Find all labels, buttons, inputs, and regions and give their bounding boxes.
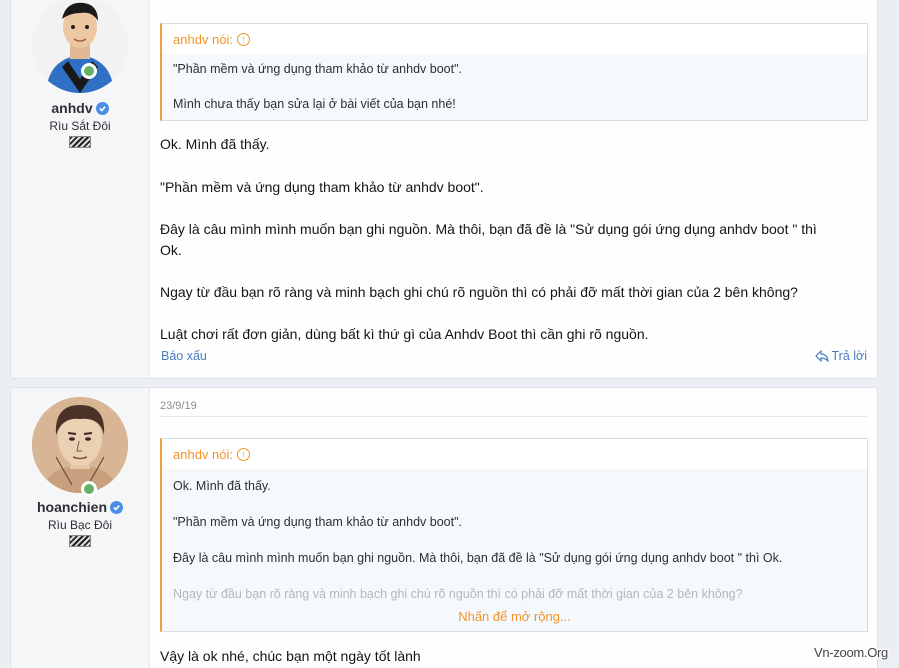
message-line: Ok.	[160, 242, 182, 258]
avatar-photo-icon	[32, 0, 128, 93]
quote-line: "Phần mềm và ứng dụng tham khảo từ anhdv…	[173, 62, 462, 76]
message-line: Đây là câu mình mình muốn bạn ghi nguồn.…	[160, 221, 817, 237]
quote-line-faded: Ngay từ đầu bạn rõ ràng và minh bạch ghi…	[173, 587, 743, 601]
quote-line: "Phần mềm và ứng dụng tham khảo từ anhdv…	[173, 515, 462, 529]
quote-block: anhdv nói: ↑ "Phần mềm và ứng dụng tham …	[160, 23, 868, 121]
quote-line: Mình chưa thấy bạn sửa lại ở bài viết củ…	[173, 97, 456, 111]
post-anhdv: anhdv Rìu Sắt Đôi anhdv nói: ↑ "Phần mềm…	[10, 0, 878, 379]
quote-line: Ok. Mình đã thấy.	[173, 479, 271, 493]
verified-check-icon	[95, 101, 109, 115]
user-cell: hoanchien Rìu Bạc Đôi	[11, 388, 150, 668]
jump-to-quote-icon[interactable]: ↑	[237, 32, 250, 46]
watermark: Vn-zoom.Org	[813, 645, 888, 660]
post-content: 23/9/19 anhdv nói: ↑ Ok. Mình đã thấy. "…	[150, 388, 877, 668]
online-status-icon	[81, 63, 97, 79]
username-text[interactable]: anhdv	[51, 100, 92, 116]
message-line: Luật chơi rất đơn giản, dùng bất kì thứ …	[160, 326, 649, 342]
message-line: "Phần mềm và ứng dụng tham khảo từ anhdv…	[160, 179, 484, 195]
expand-quote-button[interactable]: Nhấn để mở rộng...	[162, 609, 867, 624]
avatar[interactable]	[32, 0, 128, 93]
message-line: Ok. Mình đã thấy.	[160, 136, 270, 152]
quote-author[interactable]: anhdv nói:	[173, 447, 233, 462]
quote-header[interactable]: anhdv nói: ↑	[162, 439, 867, 469]
user-title: Rìu Bạc Đôi	[47, 518, 113, 532]
quote-block: anhdv nói: ↑ Ok. Mình đã thấy. "Phần mềm…	[160, 438, 868, 632]
username-text[interactable]: hoanchien	[37, 499, 107, 515]
reply-label[interactable]: Trả lời	[831, 349, 867, 363]
reply-arrow-icon	[815, 350, 830, 362]
divider	[160, 416, 867, 417]
post-date[interactable]: 23/9/19	[160, 400, 197, 412]
username[interactable]: hoanchien	[37, 499, 123, 515]
jump-to-quote-icon[interactable]: ↑	[237, 447, 250, 461]
rank-badge-icon	[69, 136, 91, 148]
rank-badge-icon	[69, 535, 91, 547]
username[interactable]: anhdv	[51, 100, 109, 116]
quote-line: Đây là câu mình mình muốn bạn ghi nguồn.…	[173, 551, 783, 565]
avatar[interactable]	[32, 397, 128, 493]
verified-check-icon	[110, 500, 123, 514]
reply-button[interactable]: Trả lời	[815, 349, 867, 363]
post-content: anhdv nói: ↑ "Phần mềm và ứng dụng tham …	[150, 0, 877, 378]
post-hoanchien: hoanchien Rìu Bạc Đôi 23/9/19 anhdv nói:…	[10, 387, 878, 668]
report-button[interactable]: Báo xấu	[161, 349, 207, 363]
avatar-illustration-icon	[32, 397, 128, 493]
online-status-icon	[81, 481, 97, 497]
user-title: Rìu Sắt Đôi	[49, 119, 111, 133]
message-line: Vậy là ok nhé, chúc bạn một ngày tốt làn…	[160, 648, 421, 664]
quote-author[interactable]: anhdv nói:	[173, 32, 233, 47]
quote-header[interactable]: anhdv nói: ↑	[162, 24, 867, 54]
user-cell: anhdv Rìu Sắt Đôi	[11, 0, 150, 378]
message-line: Ngay từ đầu bạn rõ ràng và minh bạch ghi…	[160, 284, 798, 300]
